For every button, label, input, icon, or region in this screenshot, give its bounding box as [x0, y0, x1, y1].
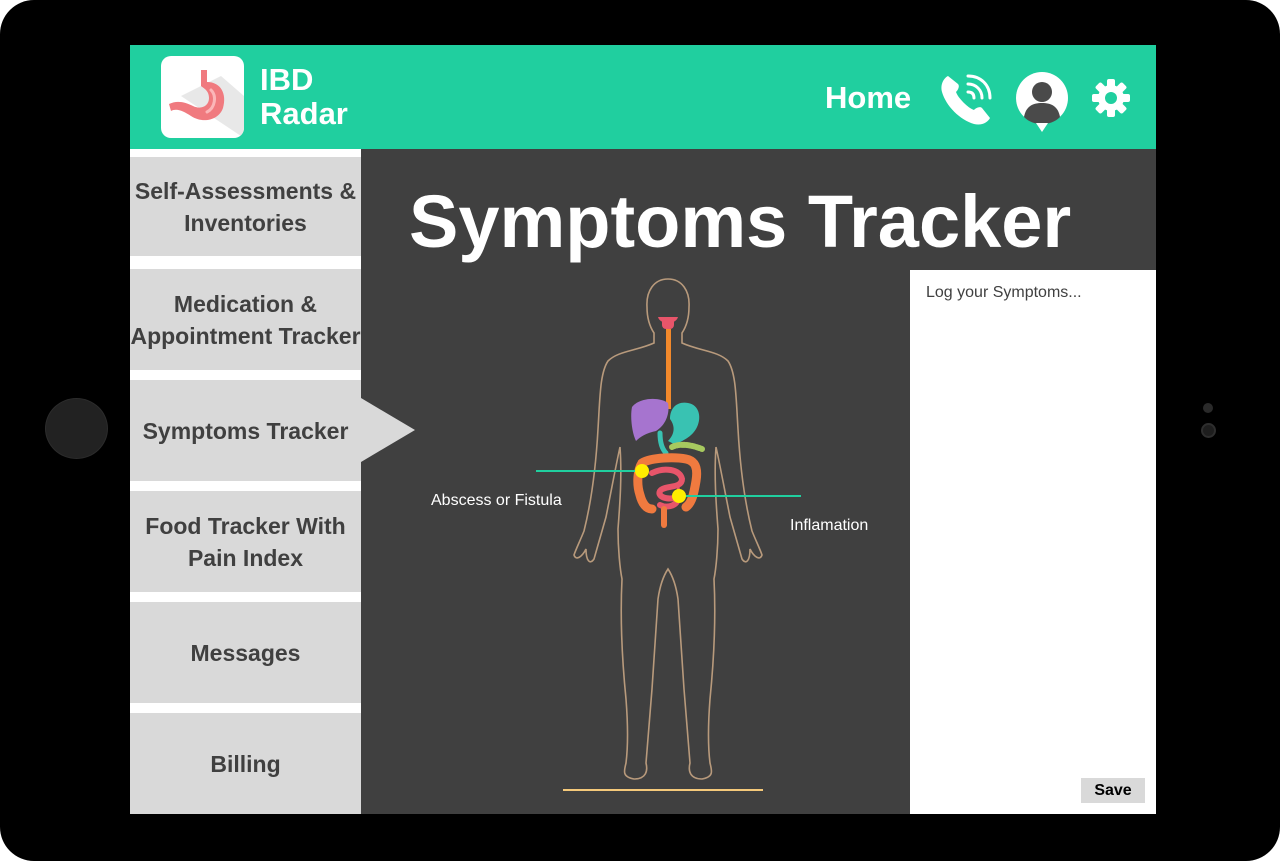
sidebar-item-label: Medication &: [173, 290, 318, 317]
sidebar-item-label: Appointment Tracker: [130, 322, 361, 349]
sidebar-item-label: Messages: [190, 639, 301, 666]
settings-gear-icon[interactable]: [1091, 78, 1131, 118]
sidebar-item-label: Inventories: [184, 209, 307, 236]
sidebar-item-food-tracker[interactable]: Food Tracker With Pain Index: [130, 491, 361, 592]
app-header: IBD Radar Home: [130, 45, 1156, 149]
device-camera-icon: [1201, 423, 1216, 438]
user-avatar-icon[interactable]: [1015, 71, 1069, 133]
sidebar-item-label: Food Tracker With: [145, 512, 346, 539]
sidebar-item-self-assessments[interactable]: Self-Assessments & Inventories: [130, 157, 361, 256]
app-title-line2: Radar: [260, 96, 348, 131]
main-content: Symptoms Tracker Abscess or Fistula Infl…: [361, 149, 1156, 814]
page-title: Symptoms Tracker: [409, 180, 1072, 263]
abscess-fistula-label: Abscess or Fistula: [431, 492, 562, 509]
sidebar-item-messages[interactable]: Messages: [130, 602, 361, 703]
home-link[interactable]: Home: [825, 80, 911, 116]
inflammation-label: Inflamation: [790, 517, 869, 534]
app-title-line1: IBD: [260, 62, 314, 97]
active-nav-pointer: [361, 398, 415, 462]
app-screen: IBD Radar Home Self-Assessments & Invent…: [130, 45, 1156, 814]
app-title: IBD Radar: [260, 63, 348, 131]
sidebar-item-label: Billing: [210, 750, 281, 777]
tablet-frame: IBD Radar Home Self-Assessments & Invent…: [0, 0, 1280, 861]
sidebar-item-label: Symptoms Tracker: [142, 417, 349, 444]
save-button[interactable]: Save: [1081, 778, 1145, 803]
sidebar-item-symptoms-tracker[interactable]: Symptoms Tracker: [130, 380, 361, 481]
stomach-icon: [169, 70, 244, 138]
app-logo[interactable]: [161, 56, 244, 138]
symptom-log-panel: Save: [910, 270, 1156, 814]
device-home-button[interactable]: [45, 398, 108, 459]
sidebar-item-label: Pain Index: [187, 544, 304, 571]
human-body-diagram[interactable]: [536, 269, 801, 809]
phone-call-icon[interactable]: [938, 70, 996, 128]
symptom-log-input[interactable]: [910, 270, 1156, 770]
sidebar-nav: Self-Assessments & Inventories Medication…: [130, 149, 361, 814]
sidebar-item-billing[interactable]: Billing: [130, 713, 361, 814]
sidebar-item-label: Self-Assessments &: [134, 177, 357, 204]
device-sensor-icon: [1203, 403, 1213, 413]
sidebar-item-medication-tracker[interactable]: Medication & Appointment Tracker: [130, 269, 361, 370]
